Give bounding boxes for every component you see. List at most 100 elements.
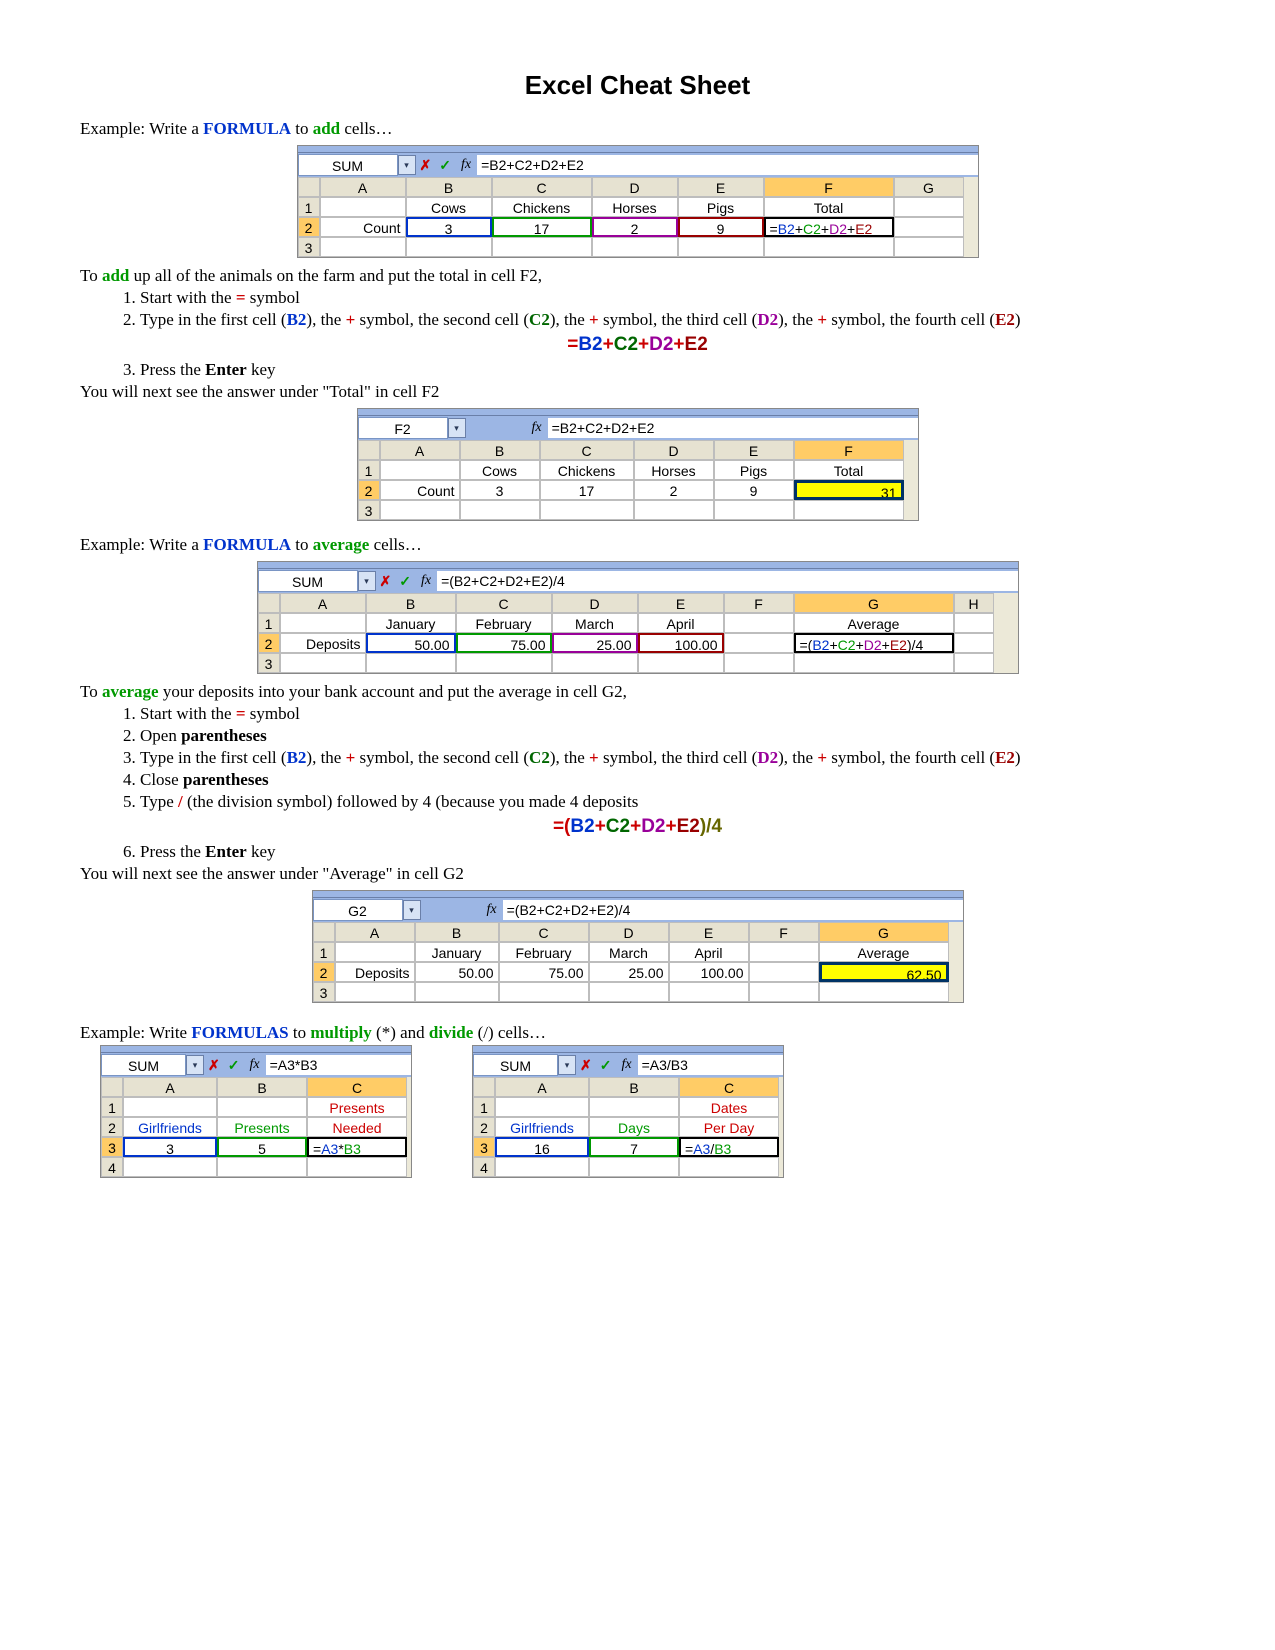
confirm-icon[interactable]: ✓: [435, 157, 455, 174]
fx-icon[interactable]: fx: [481, 902, 503, 918]
cell[interactable]: [380, 500, 460, 520]
col-header[interactable]: A: [495, 1077, 589, 1097]
active-cell[interactable]: =B2+C2+D2+E2: [764, 217, 894, 237]
cell[interactable]: Days: [589, 1117, 679, 1137]
cell[interactable]: [456, 653, 552, 673]
cell[interactable]: [380, 460, 460, 480]
col-header[interactable]: A: [335, 922, 415, 942]
cell[interactable]: 75.00: [499, 962, 589, 982]
cancel-icon[interactable]: ✗: [416, 157, 436, 174]
cell[interactable]: Pigs: [714, 460, 794, 480]
row-header[interactable]: 1: [298, 197, 320, 217]
namebox-dropdown-icon[interactable]: ▾: [448, 418, 466, 438]
cell[interactable]: [492, 237, 592, 257]
cell[interactable]: [280, 613, 366, 633]
cell[interactable]: [669, 982, 749, 1002]
fx-icon[interactable]: fx: [615, 1057, 637, 1073]
cell[interactable]: Count: [320, 217, 406, 237]
col-header[interactable]: B: [406, 177, 492, 197]
cell[interactable]: 2: [634, 480, 714, 500]
cell[interactable]: [217, 1097, 307, 1117]
col-header[interactable]: A: [320, 177, 406, 197]
cell[interactable]: February: [499, 942, 589, 962]
namebox-dropdown-icon[interactable]: ▾: [398, 155, 416, 175]
row-header[interactable]: 3: [473, 1137, 495, 1157]
cell[interactable]: [894, 217, 964, 237]
col-header[interactable]: C: [679, 1077, 779, 1097]
name-box[interactable]: SUM: [473, 1054, 558, 1076]
corner-cell[interactable]: [473, 1077, 495, 1097]
col-header[interactable]: C: [492, 177, 592, 197]
cell[interactable]: [307, 1157, 407, 1177]
cell-ref-b3[interactable]: 5: [217, 1137, 307, 1157]
cell[interactable]: Deposits: [280, 633, 366, 653]
cell-ref-c2[interactable]: 75.00: [456, 633, 552, 653]
cell[interactable]: [217, 1157, 307, 1177]
cell[interactable]: [724, 633, 794, 653]
corner-cell[interactable]: [358, 440, 380, 460]
cell[interactable]: [724, 613, 794, 633]
cell[interactable]: [280, 653, 366, 673]
corner-cell[interactable]: [258, 593, 280, 613]
cell[interactable]: [894, 197, 964, 217]
cell[interactable]: Cows: [460, 460, 540, 480]
col-header[interactable]: E: [714, 440, 794, 460]
cell[interactable]: [540, 500, 634, 520]
cell[interactable]: 17: [540, 480, 634, 500]
col-header[interactable]: F: [749, 922, 819, 942]
col-header[interactable]: B: [589, 1077, 679, 1097]
cell-ref-b2[interactable]: 50.00: [366, 633, 456, 653]
row-header[interactable]: 1: [101, 1097, 123, 1117]
formula-bar[interactable]: =(B2+C2+D2+E2)/4: [437, 571, 1017, 591]
cell[interactable]: [592, 237, 678, 257]
row-header[interactable]: 3: [313, 982, 335, 1002]
row-header[interactable]: 3: [101, 1137, 123, 1157]
row-header[interactable]: 3: [298, 237, 320, 257]
col-header[interactable]: C: [540, 440, 634, 460]
row-header[interactable]: 4: [473, 1157, 495, 1177]
confirm-icon[interactable]: ✓: [224, 1057, 244, 1074]
col-header[interactable]: C: [307, 1077, 407, 1097]
namebox-dropdown-icon[interactable]: ▾: [403, 900, 421, 920]
name-box[interactable]: SUM: [101, 1054, 186, 1076]
cell[interactable]: [123, 1097, 217, 1117]
cell-ref-b2[interactable]: 3: [406, 217, 492, 237]
corner-cell[interactable]: [101, 1077, 123, 1097]
cell[interactable]: [794, 653, 954, 673]
confirm-icon[interactable]: ✓: [596, 1057, 616, 1074]
cancel-icon[interactable]: ✗: [204, 1057, 224, 1074]
col-header[interactable]: A: [123, 1077, 217, 1097]
row-header[interactable]: 2: [298, 217, 320, 237]
col-header[interactable]: D: [552, 593, 638, 613]
cell[interactable]: Average: [794, 613, 954, 633]
col-header[interactable]: B: [460, 440, 540, 460]
cell[interactable]: [552, 653, 638, 673]
cell[interactable]: [335, 982, 415, 1002]
cell[interactable]: Dates: [679, 1097, 779, 1117]
cell[interactable]: [495, 1157, 589, 1177]
row-header[interactable]: 1: [358, 460, 380, 480]
cell-ref-c2[interactable]: 17: [492, 217, 592, 237]
col-header[interactable]: D: [592, 177, 678, 197]
fx-icon[interactable]: fx: [455, 157, 477, 173]
cancel-icon[interactable]: ✗: [376, 573, 396, 590]
name-box[interactable]: F2: [358, 417, 448, 439]
name-box[interactable]: SUM: [298, 154, 398, 176]
formula-bar[interactable]: =A3/B3: [638, 1055, 783, 1075]
col-header[interactable]: B: [217, 1077, 307, 1097]
cell[interactable]: 100.00: [669, 962, 749, 982]
row-header[interactable]: 3: [258, 653, 280, 673]
cell[interactable]: Presents: [217, 1117, 307, 1137]
formula-bar[interactable]: =(B2+C2+D2+E2)/4: [503, 900, 963, 920]
namebox-dropdown-icon[interactable]: ▾: [186, 1055, 204, 1075]
cell[interactable]: Pigs: [678, 197, 764, 217]
cell[interactable]: [589, 982, 669, 1002]
cell[interactable]: Horses: [592, 197, 678, 217]
cell[interactable]: Horses: [634, 460, 714, 480]
col-header[interactable]: E: [638, 593, 724, 613]
cell[interactable]: 9: [714, 480, 794, 500]
fx-icon[interactable]: fx: [415, 573, 437, 589]
row-header[interactable]: 2: [473, 1117, 495, 1137]
cell[interactable]: Total: [764, 197, 894, 217]
cell[interactable]: [638, 653, 724, 673]
